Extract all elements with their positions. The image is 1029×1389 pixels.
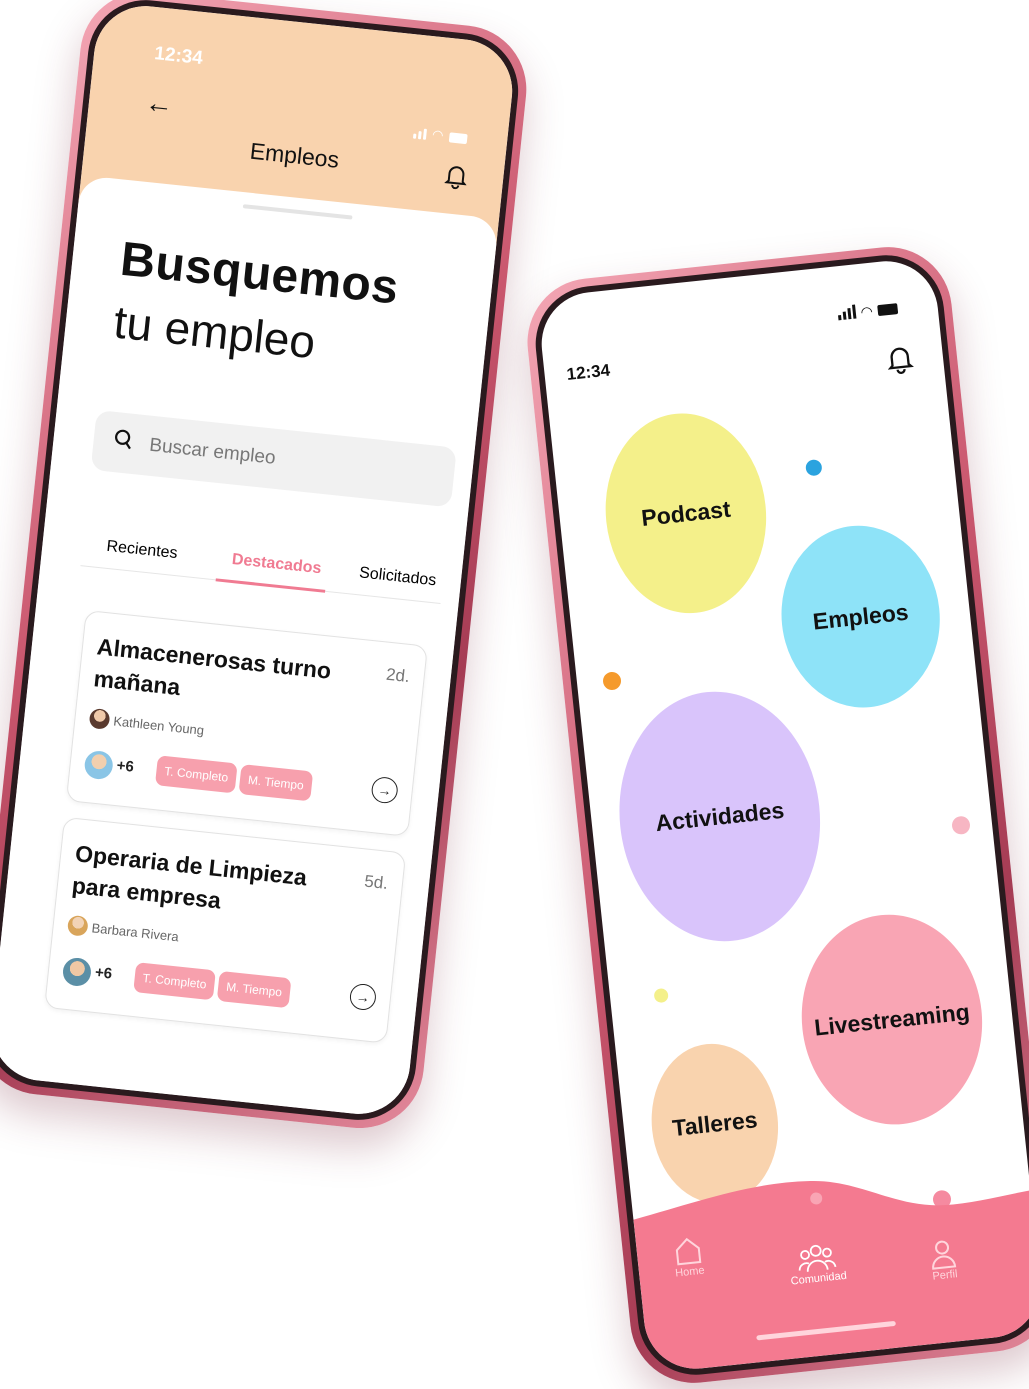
bell-icon[interactable]: [885, 343, 915, 381]
arrow-right-icon[interactable]: →: [348, 982, 378, 1012]
battery-icon: [877, 303, 899, 317]
tab-active-indicator: [215, 578, 326, 593]
signal-icon: [412, 128, 427, 140]
avatar: [66, 914, 89, 937]
job-card[interactable]: Almacenerosas turno mañana 2d. Kathleen …: [65, 609, 428, 837]
headline-light: tu empleo: [111, 295, 318, 369]
nav-comunidad[interactable]: Comunidad: [787, 1238, 847, 1288]
bubble-podcast[interactable]: Podcast: [595, 405, 776, 622]
job-title: Almacenerosas turno mañana: [92, 633, 333, 701]
bell-icon[interactable]: [443, 162, 468, 195]
phone-jobs: 12:34 ◠ ← Empleos Busquemos tu empleo Bu…: [0, 0, 533, 1135]
arrow-right-icon[interactable]: →: [370, 775, 399, 805]
decor-dot: [805, 458, 823, 477]
decor-dot: [951, 815, 971, 836]
search-input[interactable]: Buscar empleo: [90, 409, 457, 508]
search-placeholder: Buscar empleo: [148, 434, 277, 469]
job-author: Kathleen Young: [88, 707, 206, 740]
applicants-count: +6: [115, 757, 135, 776]
chip-part-time: M. Tiempo: [216, 970, 292, 1009]
applicant-avatar: [61, 956, 93, 988]
nav-perfil[interactable]: Perfil: [927, 1236, 959, 1283]
bubble-livestreaming[interactable]: Livestreaming: [791, 905, 993, 1134]
bubble-actividades[interactable]: Actividades: [607, 681, 833, 952]
signal-icon: [837, 304, 857, 321]
tab-destacados[interactable]: Destacados: [231, 551, 322, 578]
applicant-avatar: [83, 749, 115, 781]
chip-part-time: M. Tiempo: [238, 764, 314, 802]
decor-dot: [602, 671, 622, 691]
wifi-icon: ◠: [431, 126, 445, 143]
applicants-count: +6: [94, 963, 113, 983]
status-time: 12:34: [565, 360, 611, 384]
profile-icon: [932, 1240, 957, 1270]
decor-dot: [653, 987, 669, 1004]
sheet-handle[interactable]: [242, 204, 353, 220]
wifi-icon: ◠: [859, 302, 874, 320]
home-icon: [675, 1237, 701, 1266]
status-icons: ◠: [837, 300, 899, 321]
tab-recientes[interactable]: Recientes: [106, 538, 179, 563]
job-card[interactable]: Operaria de Limpieza para empresa 5d. Ba…: [44, 816, 407, 1044]
battery-icon: [448, 132, 468, 145]
job-title: Operaria de Limpieza para empresa: [70, 840, 309, 914]
search-icon: [112, 428, 135, 458]
job-age: 2d.: [385, 664, 411, 687]
job-author: Barbara Rivera: [66, 914, 180, 947]
chip-full-time: T. Completo: [154, 755, 238, 794]
back-arrow-icon[interactable]: ←: [144, 86, 175, 121]
phone-community: 12:34 ◠ Podcast Empleos Actividades Live…: [521, 240, 1029, 1389]
avatar: [88, 707, 111, 730]
community-icon: [798, 1244, 837, 1272]
tab-solicitados[interactable]: Solicitados: [358, 564, 437, 590]
chip-full-time: T. Completo: [133, 962, 216, 1001]
nav-home[interactable]: Home: [672, 1235, 705, 1280]
bubble-empleos[interactable]: Empleos: [772, 517, 949, 716]
job-age: 5d.: [363, 871, 389, 893]
